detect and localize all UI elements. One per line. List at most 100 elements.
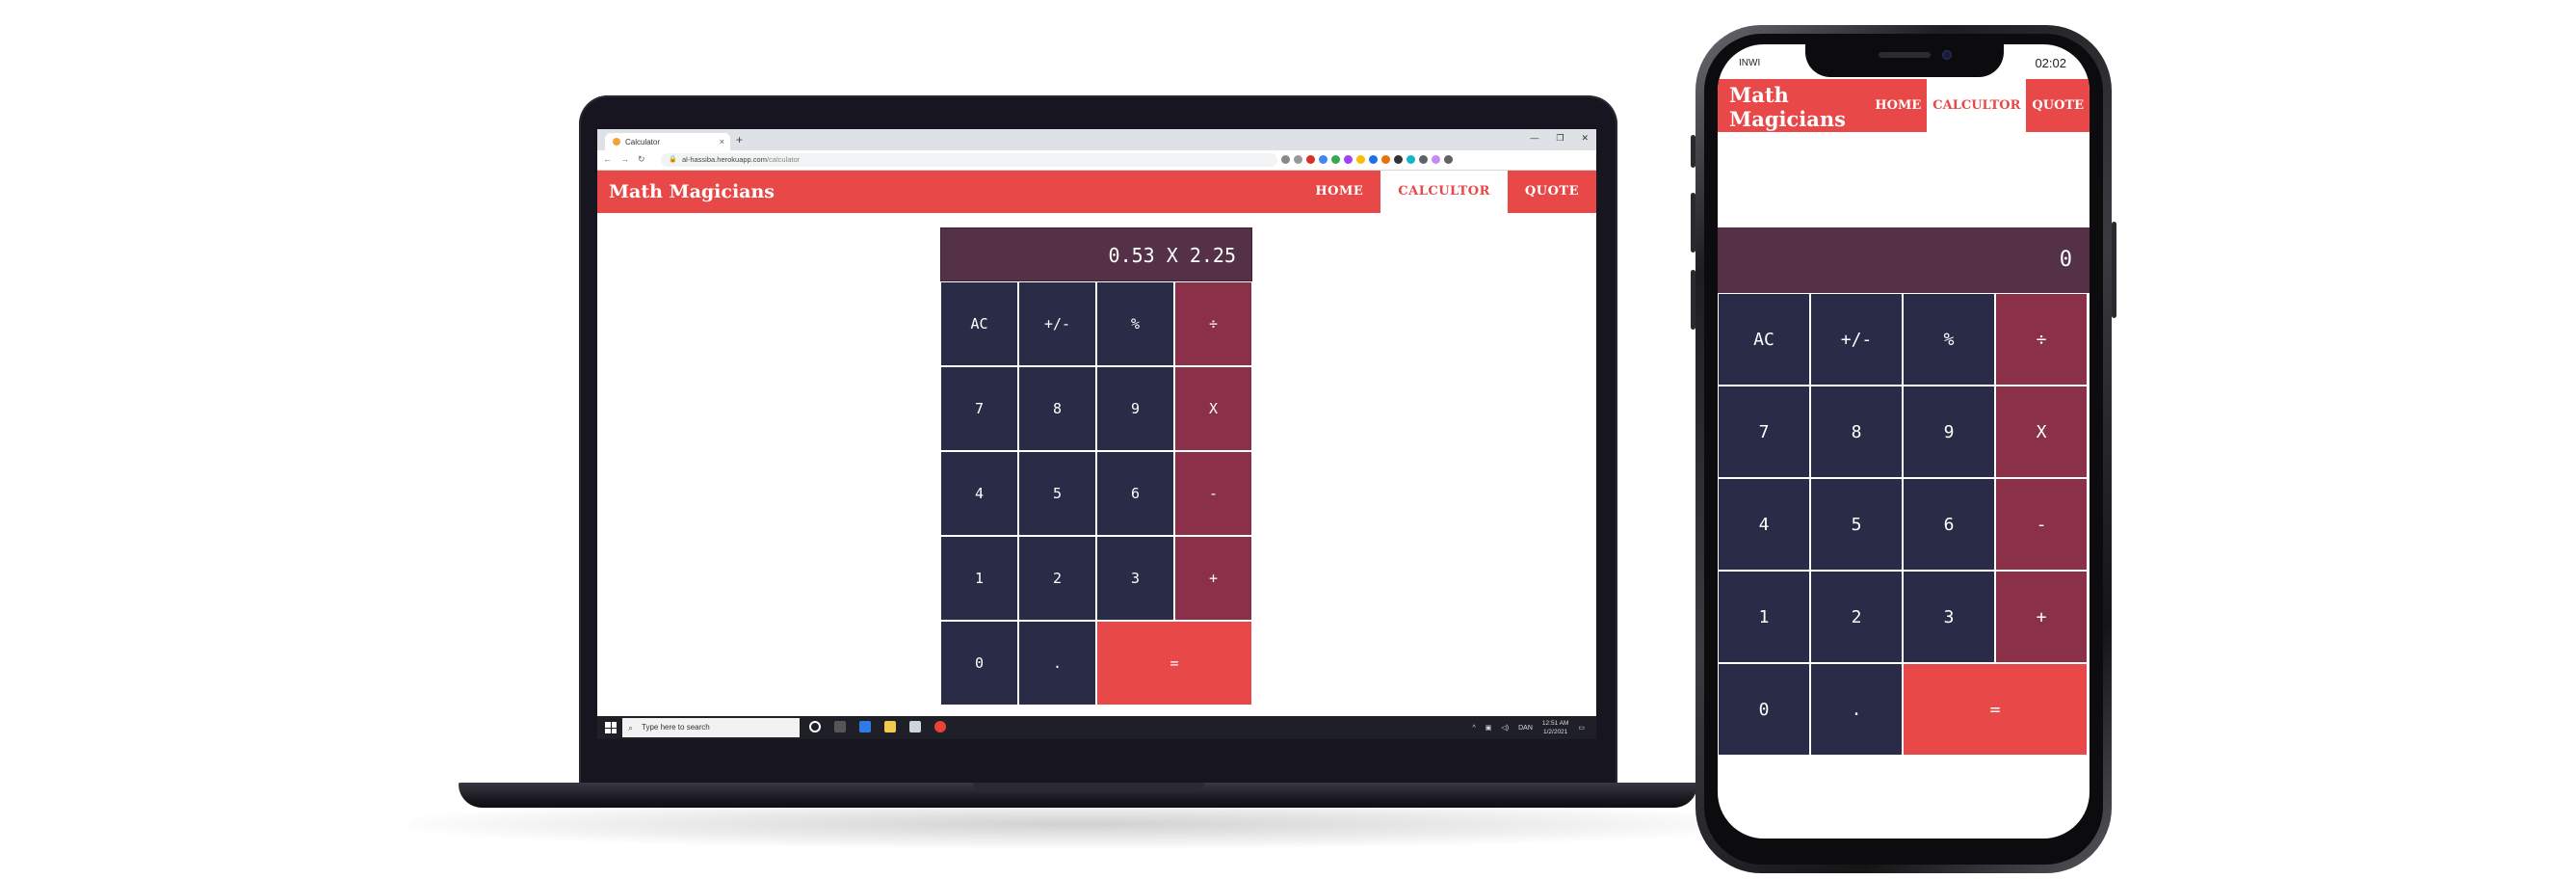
- key-8[interactable]: 8: [1018, 366, 1096, 451]
- taskbar-apps: [809, 721, 946, 732]
- zoom-icon[interactable]: [1281, 155, 1290, 164]
- brand-logo[interactable]: Math Magicians: [1729, 83, 1846, 131]
- key-0[interactable]: 0: [1718, 663, 1810, 756]
- cortana-icon[interactable]: [809, 721, 821, 732]
- browser-nav-buttons: ← → ↻: [603, 154, 645, 165]
- close-icon[interactable]: ✕: [1581, 133, 1589, 144]
- key-equals[interactable]: =: [1096, 621, 1252, 706]
- key-7[interactable]: 7: [1718, 386, 1810, 478]
- brand-logo[interactable]: Math Magicians: [609, 181, 775, 202]
- extension-icon[interactable]: [1394, 155, 1403, 164]
- volume-icon[interactable]: ◁): [1501, 724, 1509, 732]
- puzzle-icon[interactable]: [1419, 155, 1428, 164]
- store-icon[interactable]: [909, 721, 921, 732]
- nav-quote[interactable]: QUOTE: [2026, 79, 2090, 132]
- key-clear[interactable]: AC: [1718, 293, 1810, 386]
- browser-tab[interactable]: Calculator ×: [605, 133, 730, 150]
- key-0[interactable]: 0: [940, 621, 1018, 706]
- task-view-icon[interactable]: [834, 721, 846, 732]
- key-subtract[interactable]: -: [1995, 478, 2088, 571]
- nav-home[interactable]: HOME: [1298, 171, 1380, 213]
- laptop-screen: Calculator × + — ❐ ✕ ← → ↻ 🔒 al-hassiba.…: [597, 129, 1596, 739]
- clock-time: 12:51 AM: [1541, 720, 1569, 727]
- back-icon[interactable]: ←: [603, 154, 612, 165]
- clock[interactable]: 12:51 AM 1/2/2021: [1542, 719, 1568, 736]
- key-4[interactable]: 4: [940, 451, 1018, 536]
- key-decimal[interactable]: .: [1018, 621, 1096, 706]
- key-2[interactable]: 2: [1810, 571, 1903, 663]
- extension-icon[interactable]: [1319, 155, 1327, 164]
- tab-close-icon[interactable]: ×: [720, 137, 724, 146]
- key-8[interactable]: 8: [1810, 386, 1903, 478]
- extension-icon[interactable]: [1369, 155, 1378, 164]
- new-tab-button[interactable]: +: [736, 133, 743, 146]
- key-1[interactable]: 1: [1718, 571, 1810, 663]
- key-2[interactable]: 2: [1018, 536, 1096, 621]
- key-divide[interactable]: ÷: [1995, 293, 2088, 386]
- key-3[interactable]: 3: [1096, 536, 1174, 621]
- phone-volume-down: [1691, 270, 1695, 330]
- app-navbar: Math Magicians HOME CALCULTOR QUOTE: [597, 171, 1596, 213]
- key-6[interactable]: 6: [1903, 478, 1995, 571]
- key-1[interactable]: 1: [940, 536, 1018, 621]
- address-bar[interactable]: 🔒 al-hassiba.herokuapp.com/calculator: [661, 153, 1277, 167]
- phone-volume-up: [1691, 193, 1695, 253]
- extension-icon[interactable]: [1356, 155, 1365, 164]
- key-multiply[interactable]: X: [1995, 386, 2088, 478]
- notifications-icon[interactable]: ▭: [1578, 724, 1585, 732]
- key-add[interactable]: +: [1174, 536, 1252, 621]
- key-7[interactable]: 7: [940, 366, 1018, 451]
- extension-icon[interactable]: [1331, 155, 1340, 164]
- laptop-hinge-notch: [973, 783, 1204, 792]
- key-9[interactable]: 9: [1096, 366, 1174, 451]
- maximize-icon[interactable]: ❐: [1556, 133, 1564, 144]
- taskbar: ⌕ Type here to search ^ ▣ ◁) DAN 12:51 A…: [597, 716, 1596, 739]
- browser-toolbar: ← → ↻ 🔒 al-hassiba.herokuapp.com/calcula…: [597, 150, 1596, 171]
- extension-icon[interactable]: [1344, 155, 1353, 164]
- windows-start-icon[interactable]: [605, 722, 617, 733]
- key-9[interactable]: 9: [1903, 386, 1995, 478]
- key-decimal[interactable]: .: [1810, 663, 1903, 756]
- key-equals[interactable]: =: [1903, 663, 2088, 756]
- avatar[interactable]: [1432, 155, 1440, 164]
- browser-tab-strip: Calculator × + — ❐ ✕: [597, 129, 1596, 150]
- minimize-icon[interactable]: —: [1530, 133, 1538, 144]
- key-3[interactable]: 3: [1903, 571, 1995, 663]
- extension-icon[interactable]: [1406, 155, 1415, 164]
- star-icon[interactable]: [1294, 155, 1302, 164]
- key-4[interactable]: 4: [1718, 478, 1810, 571]
- nav-quote[interactable]: QUOTE: [1508, 171, 1596, 213]
- key-multiply[interactable]: X: [1174, 366, 1252, 451]
- app-navbar-mobile: Math Magicians HOME CALCULTOR QUOTE: [1718, 79, 2090, 132]
- key-toggle-sign[interactable]: +/-: [1810, 293, 1903, 386]
- taskbar-search[interactable]: ⌕ Type here to search: [622, 718, 800, 737]
- file-explorer-icon[interactable]: [884, 721, 896, 732]
- chrome-icon[interactable]: [934, 721, 946, 732]
- key-percent[interactable]: %: [1903, 293, 1995, 386]
- extension-icon[interactable]: [1381, 155, 1390, 164]
- menu-dots-icon[interactable]: [1444, 155, 1453, 164]
- speaker-grille: [1879, 52, 1931, 58]
- key-clear[interactable]: AC: [940, 281, 1018, 366]
- key-add[interactable]: +: [1995, 571, 2088, 663]
- key-percent[interactable]: %: [1096, 281, 1174, 366]
- key-5[interactable]: 5: [1018, 451, 1096, 536]
- phone-power-button: [2112, 222, 2116, 318]
- calculator-display: 0.53 X 2.25: [940, 227, 1252, 281]
- key-toggle-sign[interactable]: +/-: [1018, 281, 1096, 366]
- key-5[interactable]: 5: [1810, 478, 1903, 571]
- key-6[interactable]: 6: [1096, 451, 1174, 536]
- extension-icon[interactable]: [1306, 155, 1315, 164]
- nav-home[interactable]: HOME: [1869, 79, 1927, 132]
- language-indicator[interactable]: DAN: [1518, 725, 1533, 732]
- key-subtract[interactable]: -: [1174, 451, 1252, 536]
- edge-icon[interactable]: [859, 721, 871, 732]
- chevron-up-icon[interactable]: ^: [1472, 725, 1475, 732]
- key-divide[interactable]: ÷: [1174, 281, 1252, 366]
- window-controls: — ❐ ✕: [1530, 133, 1589, 144]
- nav-calculator[interactable]: CALCULTOR: [1927, 79, 2027, 132]
- reload-icon[interactable]: ↻: [638, 154, 645, 165]
- network-icon[interactable]: ▣: [1485, 724, 1492, 732]
- nav-calculator[interactable]: CALCULTOR: [1380, 171, 1508, 213]
- forward-icon[interactable]: →: [620, 154, 629, 165]
